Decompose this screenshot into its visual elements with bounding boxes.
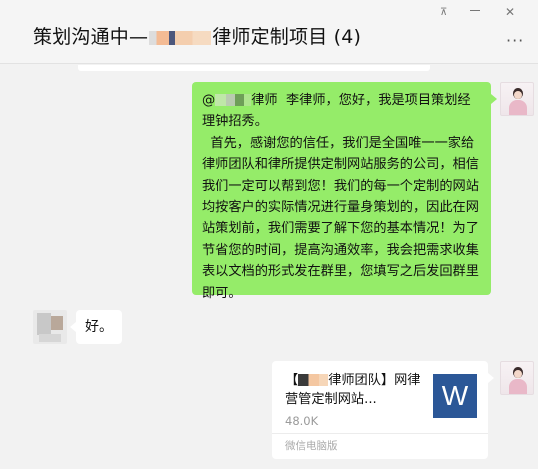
file-name-prefix: 【 <box>285 373 299 388</box>
pin-icon[interactable]: ⊼ <box>440 8 452 18</box>
file-card-divider <box>272 433 488 434</box>
my-avatar-2[interactable] <box>500 361 534 395</box>
mention-text: @ <box>202 93 216 108</box>
title-suffix: 律师定制项目 (4) <box>212 26 362 48</box>
previous-message-bubble <box>78 65 430 71</box>
incoming-message-text: 好。 <box>85 319 113 335</box>
close-icon[interactable]: ✕ <box>505 6 515 18</box>
message-list[interactable]: @ 律师 李律师，您好，我是项目策划经理钟招秀。 首先，感谢您的信任，我们是全国唯… <box>0 65 538 469</box>
contact-avatar[interactable] <box>33 310 67 344</box>
word-document-icon: W <box>433 374 477 418</box>
more-icon[interactable]: ··· <box>506 33 524 49</box>
redacted-file-name <box>298 374 329 386</box>
incoming-message-bubble[interactable]: 好。 <box>70 310 122 344</box>
minimize-icon[interactable] <box>470 10 480 11</box>
outgoing-message-bubble[interactable]: @ 律师 李律师，您好，我是项目策划经理钟招秀。 首先，感谢您的信任，我们是全国唯… <box>192 82 497 301</box>
file-message-card[interactable]: 【律师团队】网律营管定制网站... 48.0K W 微信电脑版 <box>272 361 494 459</box>
redacted-name <box>149 30 212 45</box>
outgoing-message-text: 律师 李律师，您好，我是项目策划经理钟招秀。 首先，感谢您的信任，我们是全国唯一… <box>202 93 479 301</box>
file-size: 48.0K <box>285 414 319 428</box>
my-avatar[interactable] <box>500 82 534 116</box>
file-source-label: 微信电脑版 <box>285 440 338 452</box>
title-prefix: 策划沟通中— <box>33 26 149 48</box>
redacted-mention <box>215 94 252 106</box>
file-name: 【律师团队】网律营管定制网站... <box>285 371 431 409</box>
chat-title[interactable]: 策划沟通中— 律师定制项目 (4) <box>33 22 361 49</box>
chat-header: 策划沟通中— 律师定制项目 (4) ⊼ ✕ ··· <box>0 0 538 64</box>
